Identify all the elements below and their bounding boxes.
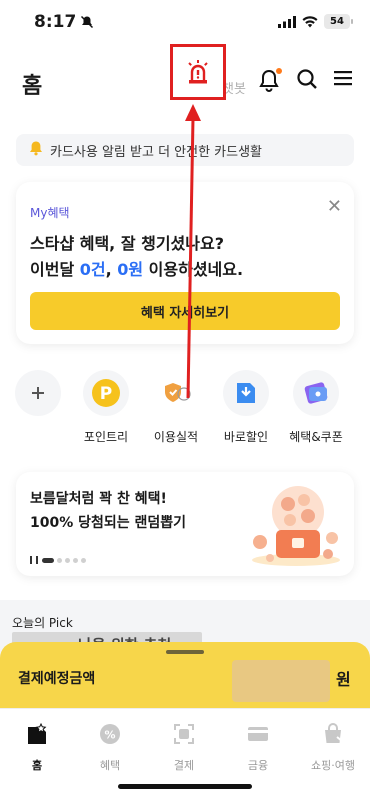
pager-dot — [81, 557, 86, 563]
drag-handle[interactable] — [166, 650, 204, 654]
plus-icon — [15, 370, 61, 416]
notice-banner[interactable]: 카드사용 알림 받고 더 안전한 카드생활 — [16, 134, 354, 166]
discount-icon — [223, 370, 269, 416]
bell-off-icon — [80, 14, 94, 33]
benefit-headline: 스타샵 혜택, 잘 챙기셨나요? — [30, 234, 224, 253]
todays-pick-title: 오늘의 Pick — [12, 616, 73, 630]
promo-subline: 100% 당첨되는 랜덤뽑기 — [30, 515, 187, 531]
search-icon — [297, 69, 317, 89]
benefit-badge-icon: % — [100, 724, 120, 744]
gacha-machine-illustration — [252, 486, 340, 566]
search-button[interactable] — [296, 68, 320, 92]
battery-indicator: 54 — [324, 14, 353, 29]
shortcut-label: 혜택&쿠폰 — [289, 430, 343, 444]
wifi-icon — [302, 15, 318, 27]
card-icon — [248, 727, 268, 741]
tab-shopping-travel[interactable]: 쇼핑·여행 — [296, 721, 370, 773]
pager-dot — [57, 557, 62, 563]
shortcut-add[interactable] — [2, 370, 74, 416]
tab-finance[interactable]: 금융 — [221, 721, 295, 773]
summary-prefix: 이번달 — [30, 260, 80, 279]
svg-text:P: P — [100, 384, 112, 404]
payment-due-sheet[interactable]: 결제예정금액 원 — [0, 642, 370, 708]
payment-due-label: 결제예정금액 — [18, 671, 96, 687]
benefit-summary: 이번달 0건, 0원 이용하셨네요. — [30, 256, 243, 280]
coupon-icon — [293, 370, 339, 416]
promo-banner[interactable]: 보름달처럼 꽉 찬 혜택! 100% 당첨되는 랜덤뽑기 — [16, 472, 354, 576]
shortcut-label: 이용실적 — [153, 430, 199, 444]
shortcut-usage[interactable]: 이용실적 — [140, 370, 212, 445]
status-icons: 54 — [278, 14, 353, 29]
pause-icon — [30, 556, 32, 564]
shortcut-pointree[interactable]: P 포인트리 — [70, 370, 142, 445]
shortcut-label: 바로할인 — [223, 430, 269, 444]
notice-text: 카드사용 알림 받고 더 안전한 카드생활 — [50, 144, 263, 160]
close-icon[interactable]: ✕ — [327, 196, 342, 217]
benefit-tag: My혜택 — [30, 206, 70, 220]
home-star-icon — [28, 722, 47, 744]
summary-separator: , — [105, 260, 118, 279]
carousel-pager[interactable] — [30, 556, 86, 564]
pager-dot-active — [42, 557, 54, 563]
benefit-detail-button[interactable]: 혜택 자세히보기 — [30, 292, 340, 330]
shortcut-coupon[interactable]: 혜택&쿠폰 — [280, 370, 352, 445]
signal-icon — [278, 15, 296, 28]
app-header: 홈 챗봇 — [0, 44, 370, 120]
tab-benefit[interactable]: % 혜택 — [73, 721, 147, 773]
notification-dot — [276, 68, 282, 74]
tab-label: 쇼핑·여행 — [311, 759, 355, 772]
shortcut-row: P 포인트리 이용실적 바로할인 혜택&쿠폰 — [0, 370, 370, 450]
shopping-bag-icon — [325, 723, 343, 743]
status-time: 8:17 — [34, 12, 77, 32]
notification-button[interactable] — [258, 68, 282, 92]
status-bar: 8:17 54 — [0, 0, 370, 44]
usage-count: 0건 — [79, 260, 106, 279]
payment-unit: 원 — [336, 670, 351, 689]
page-title: 홈 — [22, 74, 43, 99]
menu-button[interactable] — [332, 68, 356, 92]
promo-headline: 보름달처럼 꽉 찬 혜택! — [30, 491, 167, 507]
tab-home[interactable]: 홈 — [0, 721, 74, 773]
hamburger-icon — [334, 71, 352, 86]
payment-amount-redacted — [232, 660, 330, 702]
pause-icon-bar — [36, 556, 38, 564]
shortcut-label: 포인트리 — [83, 430, 129, 444]
shortcut-discount[interactable]: 바로할인 — [210, 370, 282, 445]
pager-dot — [65, 557, 70, 563]
scan-pay-icon — [174, 724, 194, 744]
tab-label: 혜택 — [99, 759, 121, 772]
summary-suffix: 이용하셨네요. — [143, 260, 244, 279]
tab-label: 홈 — [31, 759, 43, 772]
tab-pay[interactable]: 결제 — [147, 721, 221, 773]
bell-notice-icon — [28, 140, 44, 160]
alert-siren-button[interactable] — [170, 44, 226, 100]
home-content: 카드사용 알림 받고 더 안전한 카드생활 My혜택 ✕ 스타샵 혜택, 잘 챙… — [0, 120, 370, 654]
pager-dot — [73, 557, 78, 563]
point-icon: P — [83, 370, 129, 416]
usage-amount: 0원 — [117, 260, 144, 279]
usage-shield-icon — [153, 370, 199, 416]
home-indicator — [118, 784, 252, 789]
svg-text:%: % — [104, 729, 115, 742]
siren-icon — [188, 60, 208, 84]
tab-label: 금융 — [247, 759, 269, 772]
my-benefit-card: My혜택 ✕ 스타샵 혜택, 잘 챙기셨나요? 이번달 0건, 0원 이용하셨네… — [16, 182, 354, 344]
tab-label: 결제 — [173, 759, 195, 772]
